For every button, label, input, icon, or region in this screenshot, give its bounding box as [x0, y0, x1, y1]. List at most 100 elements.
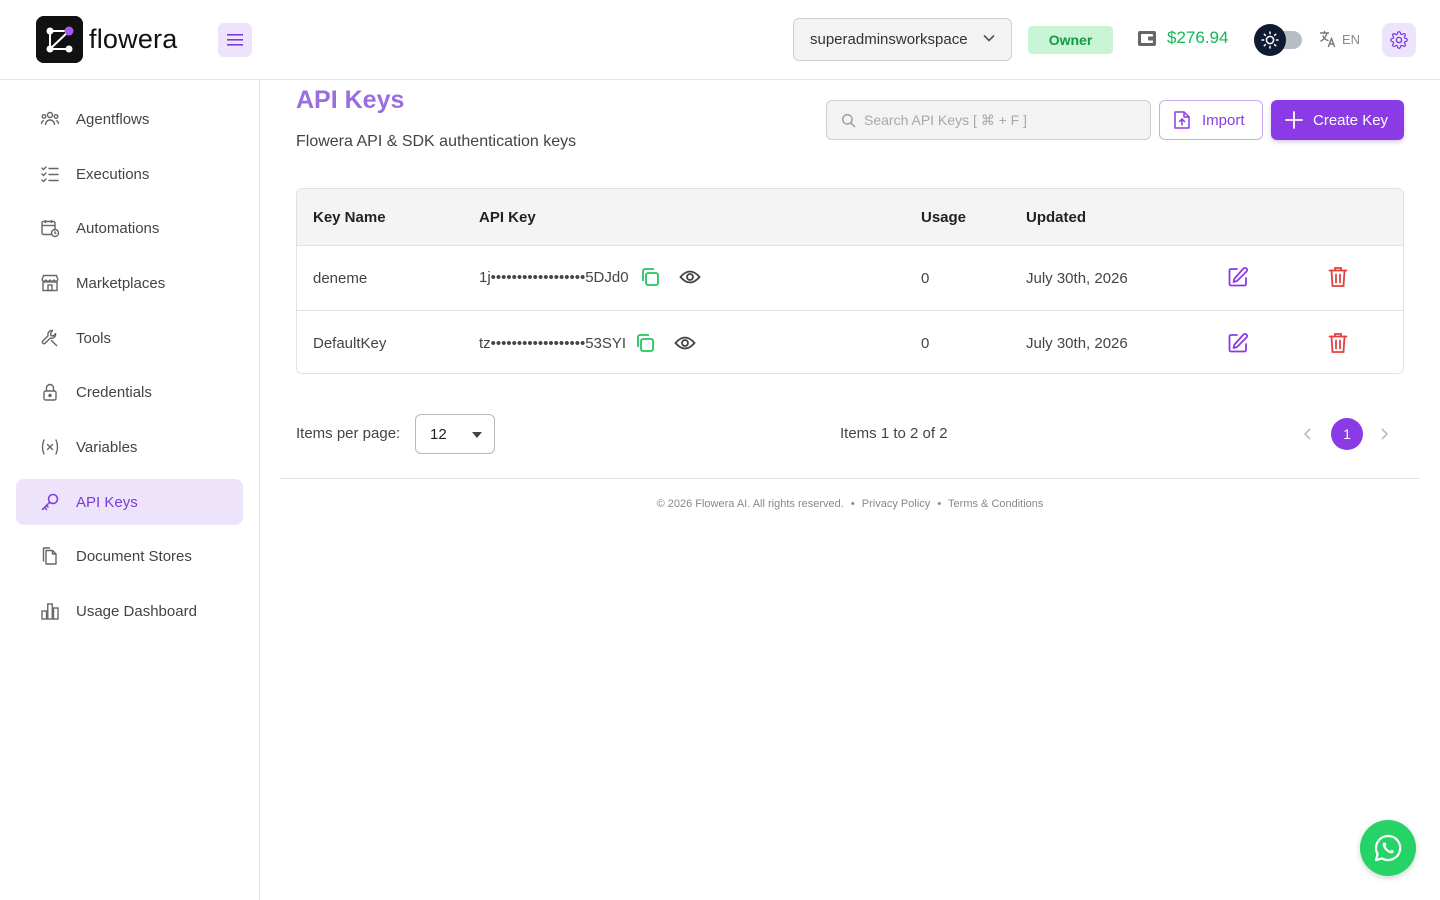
brand-name: flowera	[89, 24, 178, 54]
page-number-button[interactable]: 1	[1331, 418, 1363, 450]
search-icon	[841, 113, 856, 127]
language-selector[interactable]: EN	[1319, 30, 1360, 48]
sidebar-item-label: Variables	[76, 438, 138, 456]
search-input[interactable]	[864, 112, 1134, 128]
copy-icon[interactable]	[639, 266, 661, 288]
privacy-policy-link[interactable]: Privacy Policy	[862, 498, 930, 510]
plus-icon	[1285, 111, 1303, 129]
sidebar-item-credentials[interactable]: Credentials	[16, 369, 243, 415]
wrench-icon	[40, 328, 60, 348]
sidebar: Agentflows Executions Automations Market…	[0, 80, 260, 900]
chevron-right-icon	[1381, 428, 1389, 440]
trash-icon[interactable]	[1328, 266, 1348, 288]
sidebar-item-variables[interactable]: Variables	[16, 424, 243, 470]
import-label: Import	[1202, 111, 1245, 129]
sidebar-item-label: Document Stores	[76, 547, 192, 565]
sidebar-item-marketplaces[interactable]: Marketplaces	[16, 260, 243, 306]
table-header: Key Name API Key Usage Updated	[297, 189, 1403, 246]
updated-date: July 30th, 2026	[1026, 270, 1128, 287]
sidebar-item-document-stores[interactable]: Document Stores	[16, 533, 243, 579]
table-row: DefaultKey tz••••••••••••••••••53SYI 0 J…	[297, 310, 1403, 373]
items-per-page-label: Items per page:	[296, 425, 401, 442]
key-name: deneme	[313, 270, 368, 287]
workspace-selector[interactable]: superadminsworkspace	[793, 18, 1012, 61]
sidebar-item-usage-dashboard[interactable]: Usage Dashboard	[16, 588, 243, 634]
chevron-left-icon	[1303, 428, 1311, 440]
store-icon	[40, 273, 60, 293]
column-header-updated: Updated	[1026, 209, 1086, 226]
wallet-icon	[1138, 30, 1156, 46]
settings-button[interactable]	[1382, 23, 1416, 57]
agents-icon	[40, 109, 60, 129]
language-code: EN	[1342, 31, 1361, 47]
search-box[interactable]	[826, 100, 1151, 140]
previous-page-button[interactable]	[1300, 426, 1316, 447]
lock-icon	[40, 382, 60, 402]
edit-icon[interactable]	[1227, 266, 1249, 288]
sidebar-item-label: Credentials	[76, 383, 152, 401]
trash-icon[interactable]	[1328, 332, 1348, 354]
footer: © 2026 Flowera AI. All rights reserved. …	[0, 498, 1440, 510]
flowera-logo-icon	[36, 16, 83, 63]
masked-api-key: tz••••••••••••••••••53SYI	[479, 334, 627, 352]
edit-icon[interactable]	[1227, 332, 1249, 354]
sidebar-item-label: Executions	[76, 165, 150, 183]
column-header-usage: Usage	[921, 209, 967, 226]
column-header-api-key: API Key	[479, 209, 536, 226]
variable-icon	[40, 437, 60, 457]
copy-icon[interactable]	[634, 332, 656, 354]
gear-icon	[1390, 31, 1408, 49]
workspace-name: superadminsworkspace	[810, 31, 968, 48]
wallet-amount: $276.94	[1167, 28, 1229, 47]
sidebar-item-executions[interactable]: Executions	[16, 151, 243, 197]
sidebar-item-agentflows[interactable]: Agentflows	[16, 96, 243, 142]
sidebar-item-automations[interactable]: Automations	[16, 205, 243, 251]
sidebar-item-label: Marketplaces	[76, 274, 166, 292]
whatsapp-chat-button[interactable]	[1360, 820, 1416, 876]
list-check-icon	[40, 164, 60, 184]
create-key-button[interactable]: Create Key	[1271, 100, 1404, 140]
sidebar-item-label: Usage Dashboard	[76, 602, 197, 620]
copyright-text: © 2026 Flowera AI. All rights reserved.	[656, 498, 844, 510]
whatsapp-icon	[1374, 834, 1402, 862]
items-per-page-select[interactable]: 12	[415, 414, 495, 454]
footer-separator: •	[850, 498, 855, 510]
import-button[interactable]: Import	[1159, 100, 1263, 140]
bar-chart-icon	[40, 601, 60, 621]
sidebar-item-label: Automations	[76, 219, 160, 237]
hamburger-icon	[227, 34, 243, 46]
sidebar-item-label: Tools	[76, 329, 112, 347]
chevron-down-icon	[983, 34, 995, 42]
page-subtitle: Flowera API & SDK authentication keys	[296, 133, 577, 150]
documents-icon	[40, 546, 60, 566]
next-page-button[interactable]	[1376, 426, 1392, 447]
api-key-cell: tz••••••••••••••••••53SYI	[479, 332, 696, 354]
top-header: flowera superadminsworkspace Owner $276.…	[0, 0, 1440, 80]
column-header-key-name: Key Name	[313, 209, 386, 226]
eye-icon[interactable]	[678, 269, 701, 285]
sun-icon	[1254, 24, 1286, 56]
sidebar-item-tools[interactable]: Tools	[16, 315, 243, 361]
theme-toggle[interactable]	[1254, 24, 1304, 56]
file-upload-icon	[1174, 111, 1190, 129]
sidebar-item-label: Agentflows	[76, 110, 150, 128]
eye-icon[interactable]	[674, 335, 696, 351]
terms-link[interactable]: Terms & Conditions	[948, 498, 1043, 510]
translate-icon	[1319, 30, 1336, 48]
caret-down-icon	[472, 432, 482, 438]
page-title: API Keys	[296, 86, 405, 114]
api-key-cell: 1j••••••••••••••••••5DJd0	[479, 266, 701, 288]
create-key-label: Create Key	[1313, 111, 1389, 129]
usage-count: 0	[921, 270, 930, 287]
api-keys-table: Key Name API Key Usage Updated deneme 1j…	[296, 188, 1404, 374]
usage-count: 0	[921, 335, 930, 352]
role-badge: Owner	[1028, 26, 1113, 54]
calendar-clock-icon	[40, 218, 60, 238]
brand-logo[interactable]: flowera	[36, 16, 177, 63]
footer-separator: •	[937, 498, 942, 510]
key-name: DefaultKey	[313, 335, 387, 352]
masked-api-key: 1j••••••••••••••••••5DJd0	[479, 268, 629, 286]
wallet-balance[interactable]: $276.94	[1137, 28, 1228, 48]
footer-divider	[280, 478, 1420, 479]
sidebar-toggle-button[interactable]	[218, 23, 252, 57]
